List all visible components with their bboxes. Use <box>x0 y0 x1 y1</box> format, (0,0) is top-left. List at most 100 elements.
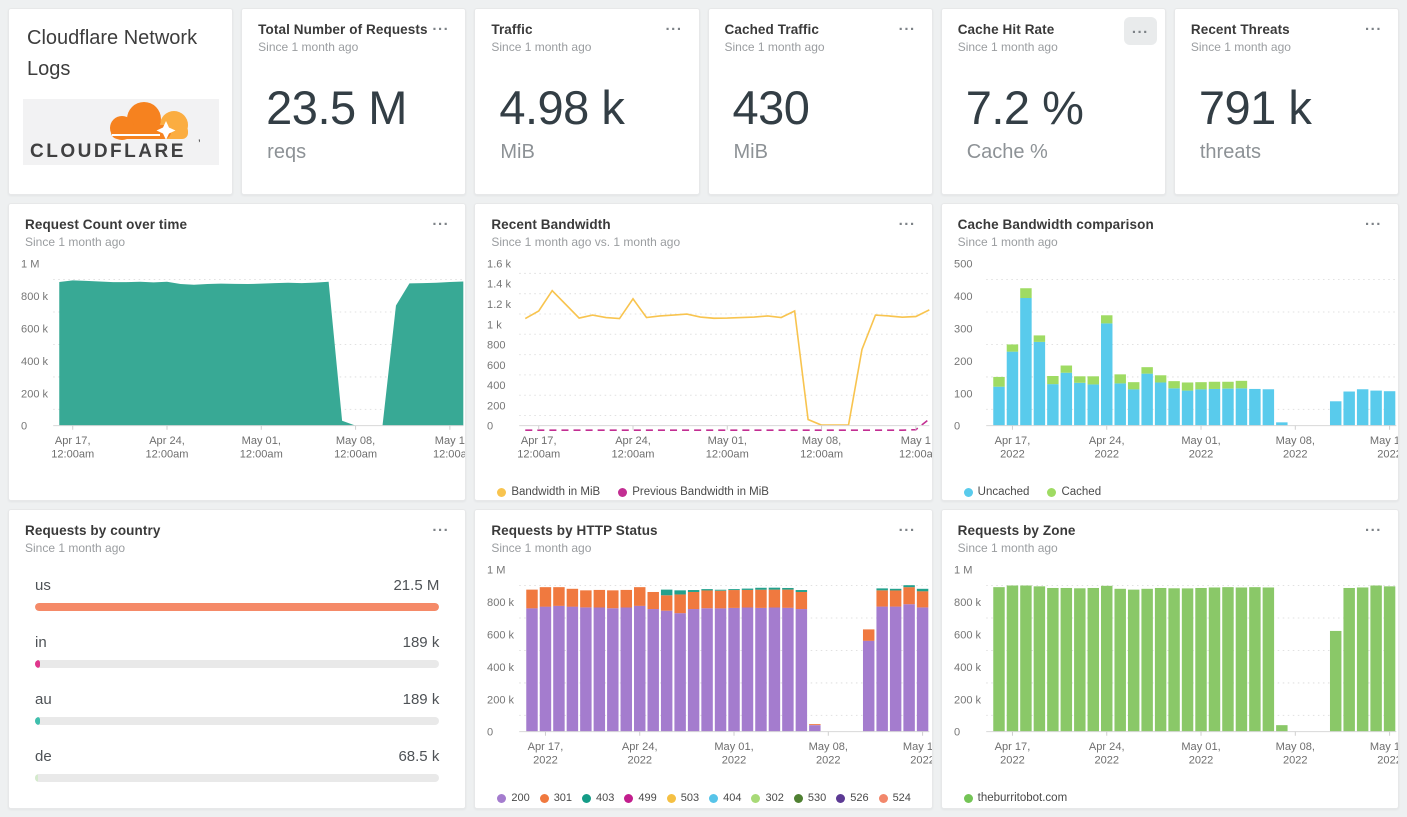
svg-text:May 01,: May 01, <box>1181 435 1220 447</box>
legend-label: 200 <box>511 792 530 805</box>
panel-menu-button[interactable]: ... <box>1359 15 1388 37</box>
panel-request-count-over-time: Request Count over time Since 1 month ag… <box>8 203 467 501</box>
legend-item[interactable]: 526 <box>836 792 869 805</box>
cache-bandwidth-chart[interactable]: 0 100 200 300 400 500 Apr 17, 2022 Apr 24, 2022 Ma… <box>942 253 1398 481</box>
chart-legend: Uncached Cached <box>942 481 1398 500</box>
country-bar-track <box>35 774 440 782</box>
panel-total-requests: Total Number of Requests Since 1 month a… <box>241 8 467 195</box>
panel-title: Recent Bandwidth <box>491 217 611 232</box>
charts-row-2: Requests by country Since 1 month ago ..… <box>8 509 1399 809</box>
panel-subtitle: Since 1 month ago <box>957 235 1058 249</box>
panel-menu-button[interactable]: ... <box>893 15 922 37</box>
legend-item[interactable]: Bandwidth in MiB <box>497 486 600 498</box>
legend-item[interactable]: 503 <box>666 792 699 804</box>
svg-text:May 08,: May 08, <box>809 741 848 753</box>
svg-text:May 08,: May 08, <box>1275 741 1314 753</box>
svg-text:2022: 2022 <box>1188 754 1213 766</box>
request-count-chart[interactable]: 0 200 k 400 k 600 k 800 k1 M Apr 17, 12:00am Ap… <box>9 253 465 481</box>
legend-dot-icon <box>836 793 846 803</box>
country-code: us <box>35 577 51 594</box>
panel-subtitle: Since 1 month ago <box>957 541 1058 555</box>
svg-text:Apr 17,: Apr 17, <box>994 435 1030 447</box>
svg-text:200 k: 200 k <box>487 694 514 706</box>
panel-menu-button[interactable]: ... <box>660 15 689 37</box>
legend-label: 302 <box>765 792 784 805</box>
legend-item[interactable]: 524 <box>878 792 911 805</box>
country-row: au 189 k <box>35 691 440 725</box>
stat-value: 430 <box>732 81 810 134</box>
svg-text:2022: 2022 <box>1377 448 1398 460</box>
legend-item[interactable]: 404 <box>709 792 741 804</box>
dashboard: Cloudflare Network Logs CLOUDFLARE ’ Tot… <box>0 0 1407 817</box>
svg-text:12:00am: 12:00am <box>51 448 94 460</box>
panel-requests-by-http-status: Requests by HTTP Status Since 1 month ag… <box>474 509 933 809</box>
svg-text:1.2 k: 1.2 k <box>487 299 511 311</box>
panel-subtitle: Since 1 month ago <box>25 235 126 249</box>
country-bar-track <box>35 717 440 725</box>
legend-item[interactable]: Uncached <box>963 486 1029 498</box>
panel-menu-button[interactable]: ... <box>1359 210 1388 232</box>
legend-label: 403 <box>596 792 615 805</box>
legend-item[interactable]: 200 <box>497 792 530 805</box>
legend-item[interactable]: 499 <box>624 792 657 804</box>
panel-menu-button[interactable]: ... <box>893 210 922 232</box>
svg-text:400 k: 400 k <box>954 662 981 674</box>
svg-text:12:00a: 12:00a <box>433 448 465 460</box>
legend-label: 526 <box>850 792 869 805</box>
panel-subtitle: Since 1 month ago <box>957 40 1058 54</box>
panel-menu-button[interactable]: ... <box>426 516 455 538</box>
cloudflare-wordmark: CLOUDFLARE <box>30 141 186 162</box>
svg-text:2022: 2022 <box>1283 754 1308 766</box>
panel-menu-button[interactable]: ... <box>426 210 455 232</box>
svg-text:800 k: 800 k <box>487 597 514 609</box>
stat-value: 7.2 % <box>965 81 1084 134</box>
svg-text:May 08,: May 08, <box>802 435 841 447</box>
panel-subtitle: Since 1 month ago vs. 1 month ago <box>491 235 681 249</box>
svg-text:May 01,: May 01, <box>715 741 754 753</box>
legend-item[interactable]: 403 <box>582 792 614 804</box>
svg-text:1 M: 1 M <box>21 258 39 270</box>
panel-menu-button[interactable]: ... <box>426 15 455 37</box>
svg-text:600: 600 <box>487 360 505 372</box>
svg-text:2022: 2022 <box>722 754 747 766</box>
panel-title: Cached Traffic <box>724 22 819 37</box>
legend-dot-icon <box>497 793 507 803</box>
svg-text:12:00am: 12:00am <box>518 448 561 460</box>
panel-subtitle: Since 1 month ago <box>258 40 359 54</box>
legend-label: 301 <box>553 792 573 805</box>
legend-item[interactable]: 302 <box>751 792 784 805</box>
zone-chart[interactable]: 0 200 k 400 k 600 k 800 k1 M Apr 17, 2022 Apr 2… <box>942 559 1398 787</box>
panel-menu-button[interactable]: ... <box>1123 17 1157 45</box>
svg-text:Apr 24,: Apr 24, <box>1089 435 1125 447</box>
recent-bandwidth-chart[interactable]: 0 200 400 600 800 1 k 1.2 k 1.4 k 1.6 k Apr 17, 12… <box>475 253 931 481</box>
legend-item[interactable]: 301 <box>539 792 573 805</box>
svg-text:May 01,: May 01, <box>708 435 747 447</box>
panel-menu-button[interactable]: ... <box>893 516 922 538</box>
panel-cache-hit-rate: Cache Hit Rate Since 1 month ago ... 7.2… <box>940 8 1166 195</box>
svg-text:800 k: 800 k <box>954 597 981 609</box>
svg-text:May 15,: May 15, <box>1370 741 1398 753</box>
panel-title: Total Number of Requests <box>258 22 428 37</box>
legend-item[interactable]: Previous Bandwidth in MiB <box>618 486 769 498</box>
svg-text:2022: 2022 <box>1188 448 1213 460</box>
svg-text:Apr 17,: Apr 17, <box>528 741 564 753</box>
svg-text:800: 800 <box>487 339 505 351</box>
legend-label: 530 <box>807 792 827 805</box>
panel-requests-by-country: Requests by country Since 1 month ago ..… <box>8 509 467 809</box>
legend-item[interactable]: Cached <box>1047 486 1101 498</box>
legend-item[interactable]: theburritobot.com <box>963 792 1067 804</box>
http-status-chart[interactable]: 0 200 k 400 k 600 k 800 k1 M Apr 17, 2022 Apr 2… <box>475 559 931 787</box>
svg-text:2022: 2022 <box>1094 754 1119 766</box>
panel-recent-bandwidth: Recent Bandwidth Since 1 month ago vs. 1… <box>474 203 933 501</box>
legend-label: 524 <box>892 792 911 805</box>
chart-legend: theburritobot.com <box>942 787 1398 808</box>
panel-menu-button[interactable]: ... <box>1359 516 1388 538</box>
stat-unit: Cache % <box>966 141 1048 163</box>
country-code: in <box>35 634 47 651</box>
stat-unit: MiB <box>500 141 535 163</box>
legend-dot-icon <box>709 793 719 803</box>
svg-text:2022: 2022 <box>911 754 932 766</box>
svg-text:12:00am: 12:00am <box>800 448 843 460</box>
legend-item[interactable]: 530 <box>793 792 827 805</box>
svg-text:May 08,: May 08, <box>1275 435 1314 447</box>
